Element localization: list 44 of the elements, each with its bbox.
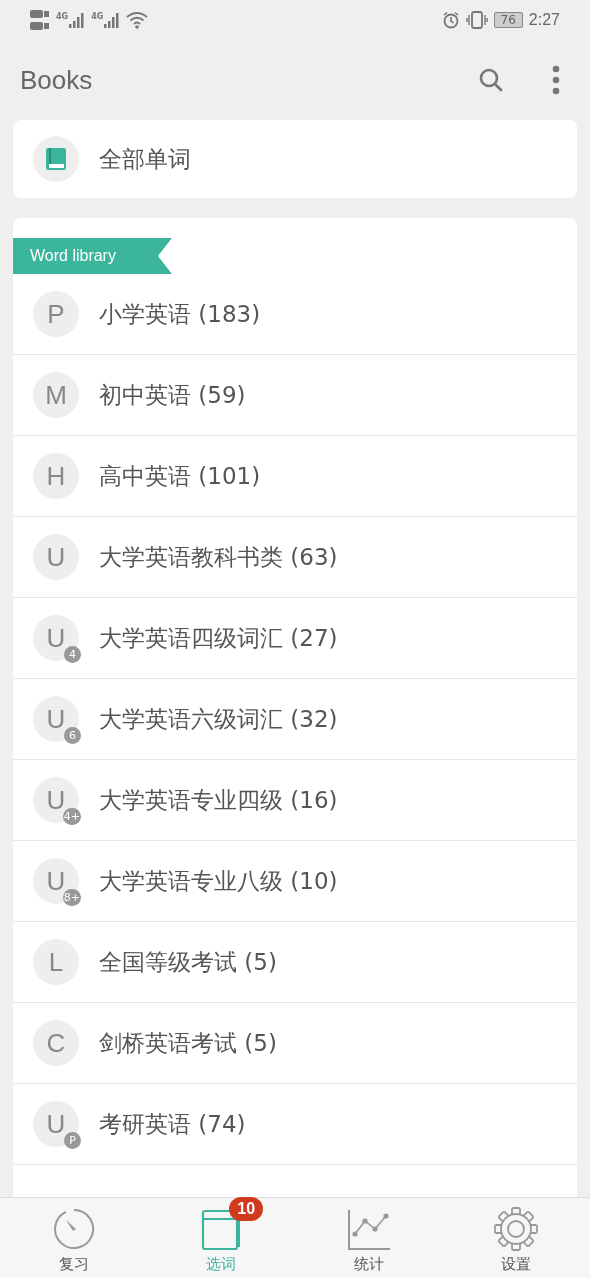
network-label: 4G (91, 12, 104, 21)
alarm-icon (441, 11, 460, 29)
signal-icon (69, 12, 86, 28)
sim-card-icon (30, 9, 50, 31)
network-label: 4G (56, 12, 69, 21)
word-book-item[interactable]: U 大学英语教科书类 (63) (13, 517, 577, 598)
avatar-letter: U (46, 541, 66, 573)
avatar-letter: U (46, 622, 66, 654)
tab-button[interactable]: 设置 (442, 1198, 590, 1278)
app-title: Books (20, 64, 93, 96)
wifi-icon (126, 11, 149, 29)
count-badge: 10 (229, 1197, 264, 1221)
avatar-letter: P (47, 298, 65, 330)
avatar-letter: C (46, 1027, 66, 1059)
search-icon (478, 67, 504, 93)
tab-button[interactable]: 复习 (0, 1198, 148, 1278)
avatar-letter: M (45, 379, 67, 411)
tab-button[interactable]: 统计 (295, 1198, 443, 1278)
more-icon (552, 65, 560, 95)
word-book-item[interactable]: M 初中英语 (59) (13, 355, 577, 436)
clock-time: 2:27 (528, 11, 560, 29)
word-book-item[interactable]: H 高中英语 (101) (13, 436, 577, 517)
level-badge: 6 (64, 727, 81, 744)
line-chart-icon (346, 1209, 391, 1251)
word-book-item[interactable]: C 剑桥英语考试 (5) (13, 1003, 577, 1084)
gear-icon (494, 1207, 539, 1251)
level-badge: 4 (64, 646, 81, 663)
book-icon (45, 147, 67, 171)
level-badge: P (64, 1132, 81, 1149)
avatar-letter: L (48, 946, 64, 978)
gauge-icon (51, 1207, 96, 1251)
vibrate-icon (465, 11, 488, 29)
all-words-item[interactable]: 全部单词 (13, 120, 577, 198)
level-badge: 8+ (62, 889, 81, 906)
avatar-letter: U (46, 703, 66, 735)
signal-icon (104, 12, 121, 28)
word-book-item[interactable]: P 小学英语 (183) (13, 274, 577, 355)
tab-button[interactable]: 10 选词 (147, 1198, 295, 1278)
avatar-letter: H (46, 460, 66, 492)
battery-level: 76 (493, 12, 523, 28)
library-ribbon: Word library (13, 238, 172, 274)
avatar-letter: U (46, 1108, 66, 1140)
word-book-item[interactable]: L 全国等级考试 (5) (13, 922, 577, 1003)
level-badge: 4+ (62, 808, 81, 825)
